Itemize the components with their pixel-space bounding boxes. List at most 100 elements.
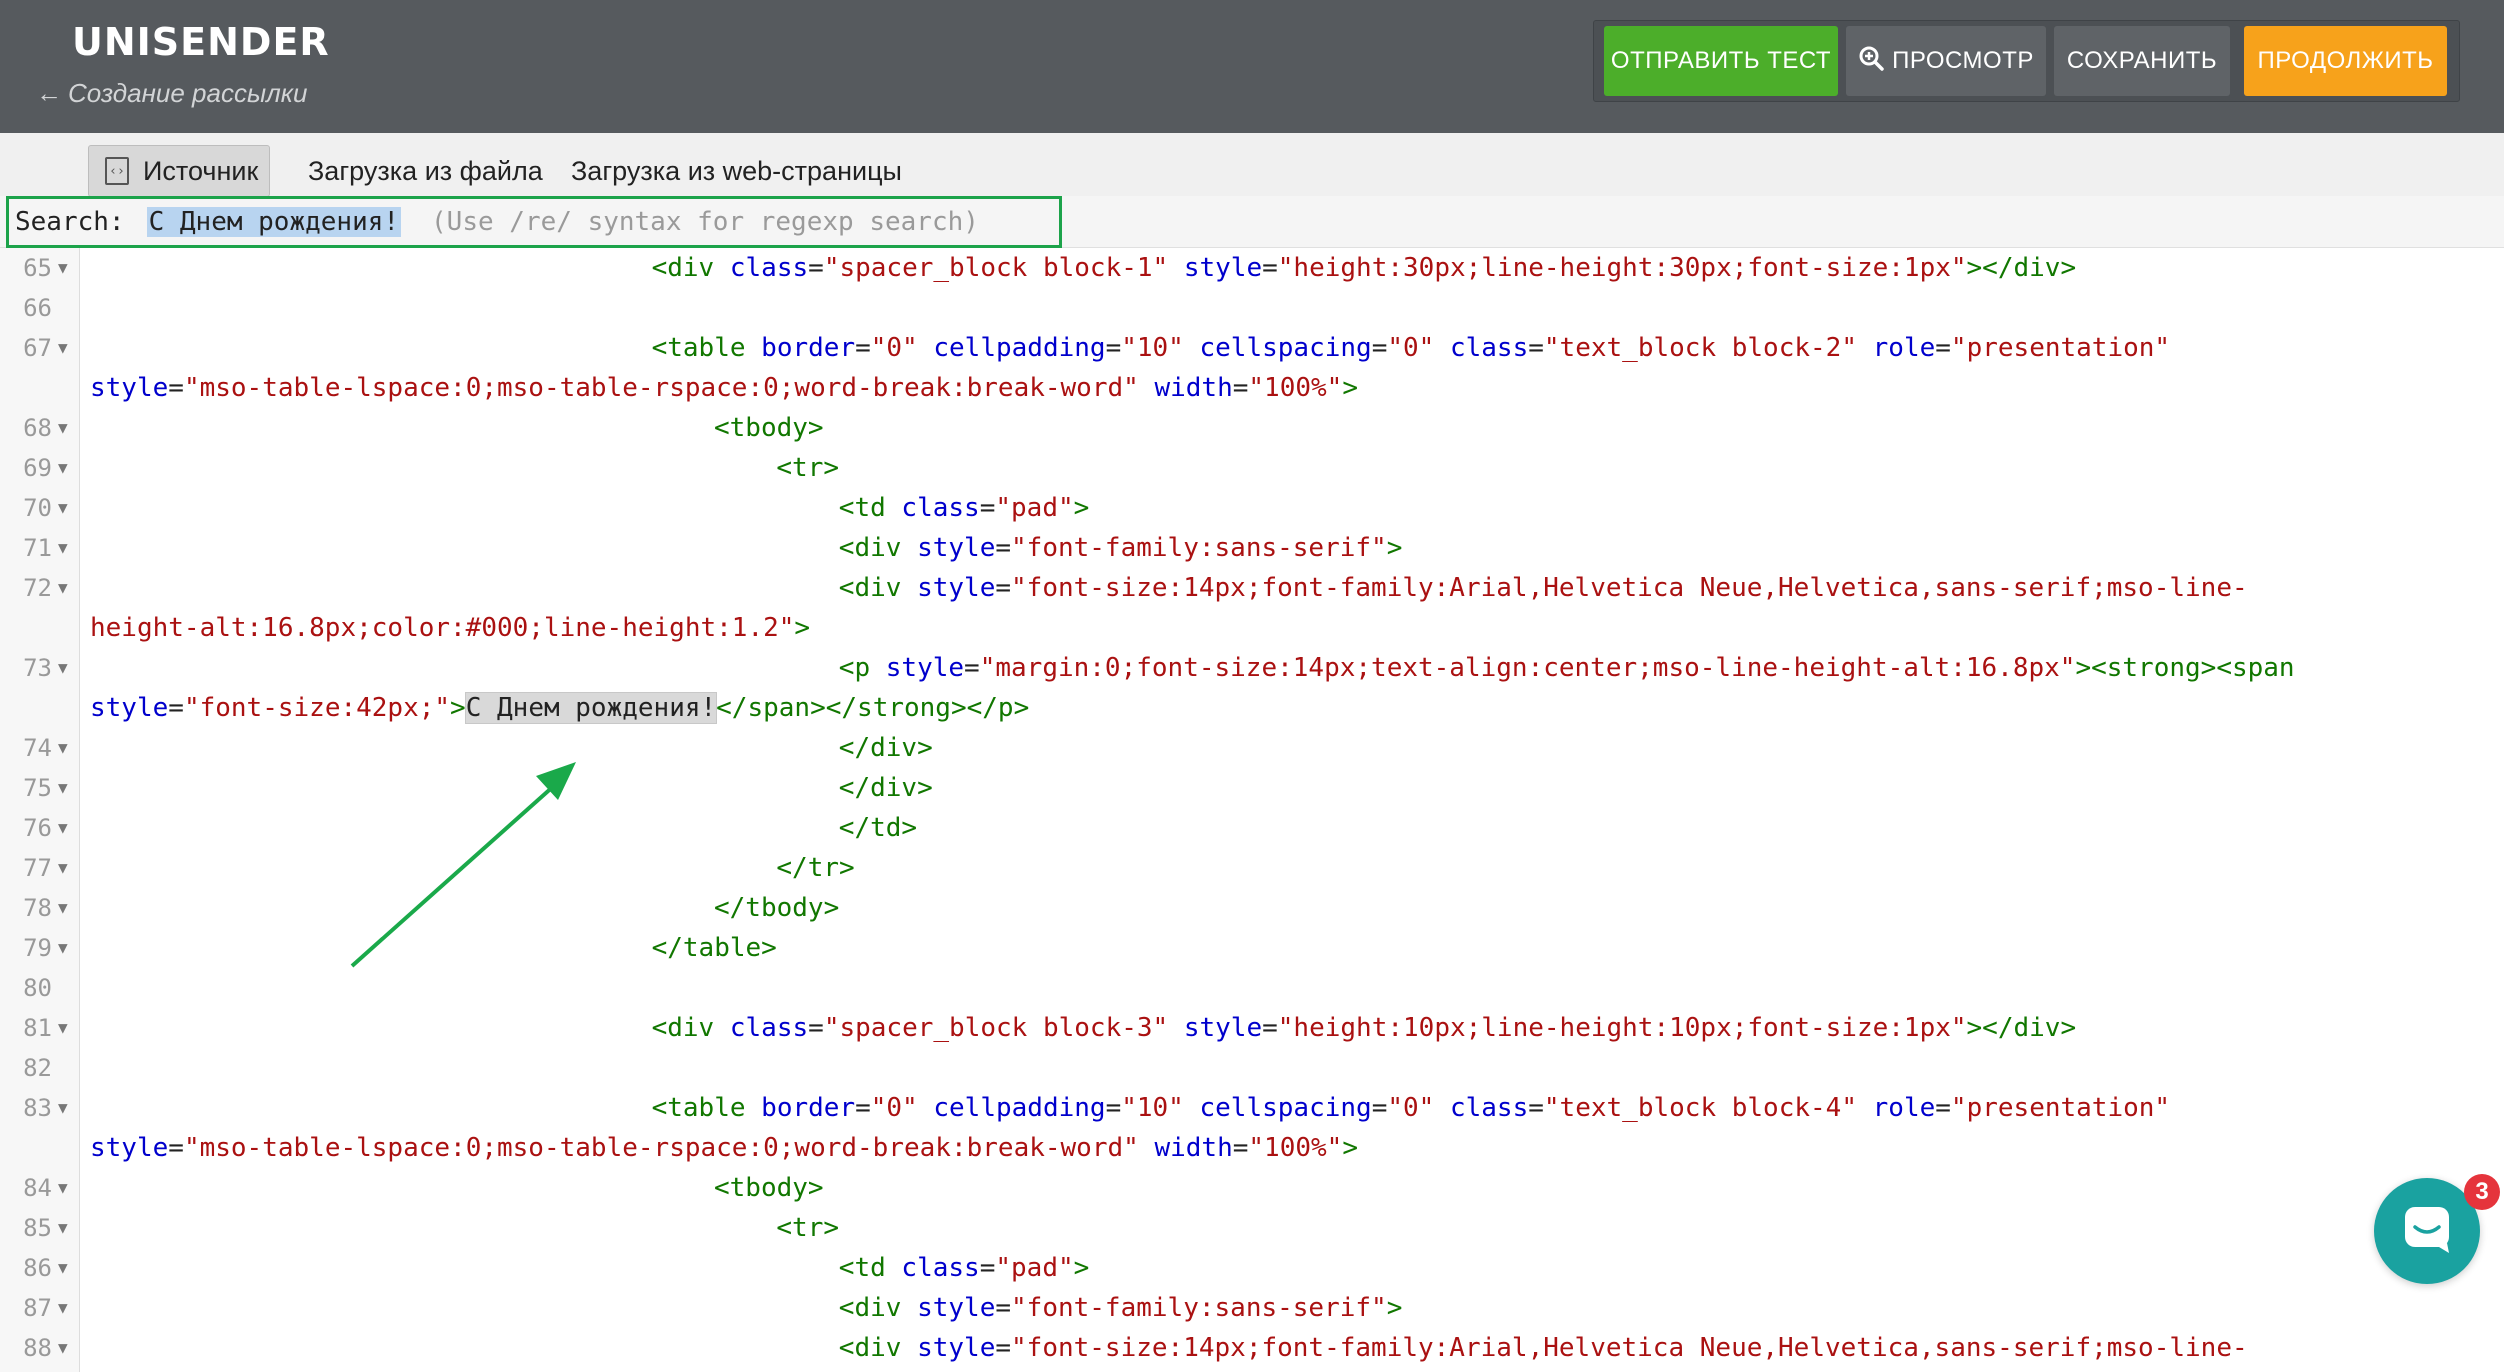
code-line: 85 ▼ <tr> <box>0 1208 2504 1248</box>
code-token: <table <box>651 333 762 363</box>
code-token: border <box>761 1093 856 1123</box>
send-test-button[interactable]: ОТПРАВИТЬ ТЕСТ <box>1604 26 1838 96</box>
fold-toggle-icon[interactable]: ▼ <box>58 1208 68 1248</box>
code-token: = <box>1528 333 1544 363</box>
code-content: <div style="font-family:sans-serif"> <box>839 1288 1403 1328</box>
line-number: 77 <box>23 854 52 882</box>
code-content: <tr> <box>776 1208 839 1248</box>
code-token: "100%" <box>1248 373 1343 403</box>
line-number: 70 <box>23 494 52 522</box>
code-token: = <box>995 533 1012 563</box>
line-number: 76 <box>23 814 52 842</box>
code-token: width <box>1154 373 1233 403</box>
code-token: > <box>450 693 466 723</box>
search-input[interactable]: Search: С Днем рождения! (Use /re/ synta… <box>6 196 1062 248</box>
code-token: </td> <box>838 813 918 843</box>
fold-toggle-icon[interactable]: ▼ <box>58 768 68 808</box>
fold-toggle-icon[interactable]: ▼ <box>58 1248 68 1288</box>
code-token: width <box>1154 1133 1233 1163</box>
code-editor[interactable]: 65 ▼ <div class="spacer_block block-1" sty… <box>0 248 2504 1372</box>
fold-toggle-icon[interactable]: ▼ <box>58 1288 68 1328</box>
code-token: <div <box>838 573 918 603</box>
chat-bubble-icon <box>2401 1203 2453 1260</box>
code-token: = <box>168 693 184 723</box>
fold-toggle-icon[interactable]: ▼ <box>58 1168 68 1208</box>
code-token: = <box>808 253 824 283</box>
code-content: <p style="margin:0;font-size:14px;text-a… <box>839 648 2295 688</box>
code-token: "font-family:sans-serif" <box>1011 533 1387 563</box>
tab-from-file[interactable]: Загрузка из файла <box>308 145 543 197</box>
code-line: 77 ▼ </tr> <box>0 848 2504 888</box>
code-token: cellspacing <box>1199 333 1372 363</box>
line-number: 68 <box>23 414 52 442</box>
fold-toggle-icon[interactable]: ▼ <box>58 648 68 688</box>
continue-button[interactable]: ПРОДОЛЖИТЬ <box>2244 26 2447 96</box>
code-token: "10" <box>1121 1093 1184 1123</box>
fold-toggle-icon[interactable]: ▼ <box>58 328 68 368</box>
fold-toggle-icon[interactable]: ▼ <box>58 248 68 288</box>
code-token: ><strong><span <box>2075 653 2295 683</box>
code-lines: 65 ▼ <div class="spacer_block block-1" sty… <box>0 248 2504 1368</box>
fold-toggle-icon[interactable]: ▼ <box>58 888 68 928</box>
fold-toggle-icon[interactable]: ▼ <box>58 568 68 608</box>
code-token: style <box>90 1133 169 1163</box>
fold-toggle-icon[interactable]: ▼ <box>58 488 68 528</box>
line-number: 74 <box>23 734 52 762</box>
code-content: style="font-size:42px;">С Днем рождения!… <box>90 688 1029 728</box>
code-token: cellpadding <box>933 1093 1106 1123</box>
code-token: "0" <box>1387 333 1435 363</box>
code-file-icon: ‹› <box>105 157 129 185</box>
code-content: <div class="spacer_block block-3" style=… <box>652 1008 2077 1048</box>
code-token: <table <box>651 1093 762 1123</box>
line-number: 78 <box>23 894 52 922</box>
fold-toggle-icon[interactable]: ▼ <box>58 1088 68 1128</box>
tab-source[interactable]: ‹› Источник <box>88 145 270 197</box>
code-token: role <box>1872 1093 1936 1123</box>
code-line: 80 <box>0 968 2504 1008</box>
code-token: "font-size:42px;" <box>183 693 451 723</box>
code-token: "presentation" <box>1950 1093 2171 1123</box>
fold-toggle-icon[interactable]: ▼ <box>58 408 68 448</box>
code-line: 86 ▼ <td class="pad"> <box>0 1248 2504 1288</box>
line-number: 80 <box>23 974 52 1002</box>
line-number: 65 <box>23 254 52 282</box>
preview-button[interactable]: ПРОСМОТР <box>1846 26 2046 96</box>
code-content: <td class="pad"> <box>839 1248 1090 1288</box>
code-token: "pad" <box>995 493 1074 523</box>
code-token: style <box>917 573 996 603</box>
code-token: "0" <box>1387 1093 1435 1123</box>
fold-toggle-icon[interactable]: ▼ <box>58 808 68 848</box>
line-number: 81 <box>23 1014 52 1042</box>
back-link-label: Создание рассылки <box>68 78 308 108</box>
code-token: "mso-table-lspace:0;mso-table-rspace:0;w… <box>183 373 1139 403</box>
fold-toggle-icon[interactable]: ▼ <box>58 448 68 488</box>
code-line: 68 ▼ <tbody> <box>0 408 2504 448</box>
code-token: "10" <box>1121 333 1184 363</box>
code-token: = <box>995 573 1012 603</box>
logo: UNISENDER <box>72 20 330 64</box>
code-line: style="font-size:42px;">С Днем рождения!… <box>0 688 2504 728</box>
code-token: = <box>995 1293 1012 1323</box>
code-token: = <box>979 493 996 523</box>
zoom-in-icon <box>1858 45 1884 78</box>
back-link[interactable]: ← Создание рассылки <box>36 78 307 109</box>
code-token: "0" <box>870 333 918 363</box>
fold-toggle-icon[interactable]: ▼ <box>58 1328 68 1368</box>
code-token: class <box>729 1013 809 1043</box>
code-line: 83 ▼ <table border="0" cellpadding="10" ce… <box>0 1088 2504 1128</box>
line-number: 67 <box>23 334 52 362</box>
fold-toggle-icon[interactable]: ▼ <box>58 728 68 768</box>
code-token: </table> <box>651 933 777 963</box>
tab-from-web[interactable]: Загрузка из web-страницы <box>571 145 902 197</box>
save-button[interactable]: СОХРАНИТЬ <box>2054 26 2230 96</box>
fold-toggle-icon[interactable]: ▼ <box>58 1008 68 1048</box>
line-number: 72 <box>23 574 52 602</box>
fold-toggle-icon[interactable]: ▼ <box>58 528 68 568</box>
fold-toggle-icon[interactable]: ▼ <box>58 848 68 888</box>
fold-toggle-icon[interactable]: ▼ <box>58 928 68 968</box>
code-line: height-alt:16.8px;color:#000;line-height… <box>0 608 2504 648</box>
search-query[interactable]: С Днем рождения! <box>146 207 402 237</box>
